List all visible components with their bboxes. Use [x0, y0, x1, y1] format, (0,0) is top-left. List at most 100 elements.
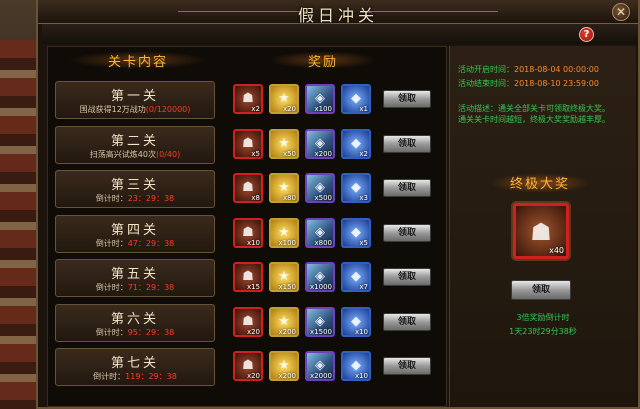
stage-info-box: 第五关 倒计时：71：29：38 [55, 259, 215, 297]
reward-quantity: x50 [282, 149, 296, 158]
stage-progress: (0/40) [155, 149, 181, 159]
reward-slot[interactable]: ◆ x10 [341, 351, 371, 381]
reward-quantity: x20 [282, 105, 296, 113]
bonus-countdown-label: 3倍奖励倒计时 [516, 313, 570, 322]
stage-row: 第五关 倒计时：71：29：38 ☗ x15 ★ x150 ◈ x1000 ◆ x7 领取 [55, 259, 443, 299]
reward-quantity: x800 [314, 238, 332, 247]
reward-slot[interactable]: ◈ x100 [305, 84, 335, 114]
stage-requirement-text: 扫荡高兴试炼40次 [89, 149, 156, 159]
reward-slot[interactable]: ◈ x500 [305, 173, 335, 203]
reward-slot[interactable]: ◆ x10 [341, 306, 371, 337]
stage-requirement-text: 倒计时： [95, 238, 128, 248]
crystal-icon: ◆ [351, 224, 361, 240]
stage-requirement: 扫荡高兴试炼40次(0/40) [56, 149, 214, 160]
reward-slot[interactable]: ★ x200 [269, 306, 299, 337]
reward-quantity: x150 [278, 283, 296, 291]
portrait-item-icon: ☗ [242, 313, 254, 329]
reward-slot[interactable]: ★ x80 [269, 173, 299, 203]
portrait-item-icon: ☗ [242, 135, 254, 151]
reward-slot[interactable]: ◆ x7 [341, 262, 371, 292]
reward-slot[interactable]: ◆ x1 [341, 84, 371, 114]
reward-slot[interactable]: ☗ x20 [233, 306, 263, 337]
warrior-portrait-icon: ☗ [530, 218, 552, 246]
reward-quantity: x200 [278, 372, 296, 380]
reward-slot[interactable]: ★ x150 [269, 262, 299, 292]
reward-slot[interactable]: ★ x20 [269, 84, 299, 114]
reward-slot[interactable]: ☗ x8 [233, 173, 263, 203]
claim-button[interactable]: 领取 [383, 357, 431, 375]
stage-progress: 119：29：38 [125, 372, 177, 381]
gold-coin-icon: ★ [278, 269, 290, 284]
reward-slot[interactable]: ◆ x5 [341, 217, 371, 248]
reward-quantity: x200 [278, 327, 296, 336]
grand-prize-item[interactable]: ☗ x40 [513, 203, 569, 259]
stage-requirement: 倒计时：71：29：38 [56, 282, 214, 293]
stage-row: 第七关 倒计时：119：29：38 ☗ x20 ★ x200 ◈ x2000 ◆ x10 领取 [55, 348, 443, 388]
stage-info-box: 第三关 倒计时：23：29：38 [55, 170, 215, 208]
event-description: 活动描述：通关全部关卡可领取终极大奖。 通关关卡时间越短，终极大奖奖励越丰厚。 [458, 104, 610, 124]
reward-slot[interactable]: ◆ x3 [341, 173, 371, 203]
reward-quantity: x10 [246, 238, 260, 247]
claim-button[interactable]: 领取 [383, 312, 431, 331]
reward-quantity: x2 [251, 105, 260, 113]
reward-slot[interactable]: ◈ x1500 [305, 306, 335, 337]
window-title: 假日冲关 [297, 6, 378, 25]
grand-prize-claim-button[interactable]: 领取 [511, 280, 571, 300]
gold-coin-icon: ★ [278, 135, 290, 151]
portrait-item-icon: ☗ [242, 358, 254, 373]
stage-name: 第七关 [110, 356, 159, 371]
stage-name: 第三关 [110, 178, 159, 193]
reward-quantity: x1500 [310, 327, 332, 336]
stage-progress: 47：29：38 [127, 238, 175, 248]
mirror-item-icon: ◈ [315, 224, 325, 240]
reward-quantity: x5 [251, 149, 260, 158]
crystal-icon: ◆ [351, 358, 361, 373]
portrait-item-icon: ☗ [242, 180, 254, 195]
reward-quantity: x5 [359, 238, 368, 247]
reward-slot[interactable]: ★ x200 [269, 351, 299, 381]
stage-name: 第四关 [110, 222, 159, 238]
claim-button[interactable]: 领取 [383, 134, 431, 153]
claim-button[interactable]: 领取 [383, 179, 431, 197]
reward-slot[interactable]: ◈ x200 [305, 128, 335, 159]
event-start-time: 活动开启时间：2018-08-04 00:00:00 [458, 65, 599, 74]
reward-quantity: x100 [278, 238, 296, 247]
reward-slot[interactable]: ◆ x2 [341, 128, 371, 159]
crystal-icon: ◆ [351, 313, 361, 329]
help-button[interactable]: ? [579, 27, 594, 42]
stage-row: 第一关 国战获得12万战功(0/120000) ☗ x2 ★ x20 ◈ x100 ◆ x1 领取 [55, 81, 443, 121]
claim-button[interactable]: 领取 [383, 268, 431, 286]
reward-slot[interactable]: ★ x50 [269, 128, 299, 159]
stage-info-box: 第一关 国战获得12万战功(0/120000) [55, 81, 215, 119]
reward-slot[interactable]: ★ x100 [269, 217, 299, 248]
reward-quantity: x10 [354, 372, 368, 380]
reward-quantity: x2 [359, 149, 368, 158]
reward-slot[interactable]: ☗ x20 [233, 351, 263, 381]
reward-slot[interactable]: ☗ x5 [233, 128, 263, 159]
claim-button[interactable]: 领取 [383, 223, 431, 242]
decorative-banner [42, 24, 638, 44]
event-info-panel: 活动开启时间：2018-08-04 00:00:00 活动结束时间：2018-0… [449, 46, 636, 407]
stage-progress: (0/120000) [145, 105, 191, 114]
stage-requirement: 倒计时：47：29：38 [56, 238, 214, 249]
reward-quantity: x15 [246, 283, 260, 291]
crystal-icon: ◆ [351, 269, 361, 284]
reward-slot[interactable]: ◈ x2000 [305, 351, 335, 381]
reward-quantity: x10 [354, 327, 368, 336]
reward-slot[interactable]: ☗ x10 [233, 217, 263, 248]
mirror-item-icon: ◈ [315, 358, 325, 373]
reward-slot[interactable]: ☗ x2 [233, 84, 263, 114]
reward-quantity: x100 [314, 105, 332, 113]
reward-quantity: x200 [314, 149, 332, 158]
reward-slot[interactable]: ☗ x15 [233, 262, 263, 292]
close-button[interactable]: ✕ [612, 3, 630, 21]
stage-name: 第一关 [110, 89, 159, 104]
mirror-item-icon: ◈ [315, 313, 325, 329]
title-divider-right [368, 11, 498, 12]
reward-quantity: x2000 [310, 372, 332, 380]
reward-slot[interactable]: ◈ x800 [305, 217, 335, 248]
stage-list-panel: 关卡内容 奖励 第一关 国战获得12万战功(0/120000) ☗ x2 ★ x20 ◈ x1… [47, 46, 447, 407]
reward-slot[interactable]: ◈ x1000 [305, 262, 335, 292]
stage-requirement: 国战获得12万战功(0/120000) [56, 104, 214, 115]
claim-button[interactable]: 领取 [383, 90, 431, 108]
